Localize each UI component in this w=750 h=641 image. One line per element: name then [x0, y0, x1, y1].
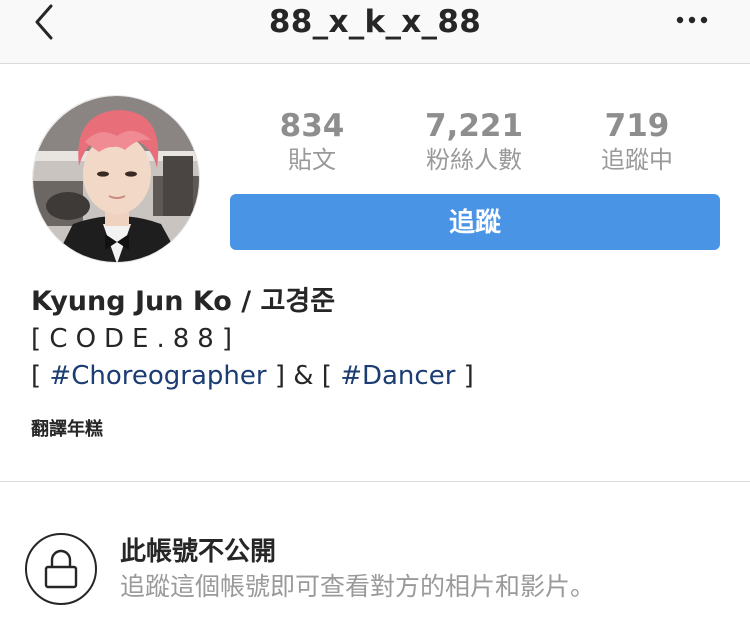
translate-bio-link[interactable]: 翻譯年糕 — [31, 415, 474, 441]
more-options-button[interactable] — [672, 6, 712, 34]
private-account-title: 此帳號不公開 — [120, 537, 277, 567]
following-count: 719 — [604, 108, 670, 144]
page-title: 88_x_k_x_88 — [268, 4, 482, 40]
top-navigation-bar: 88_x_k_x_88 — [0, 0, 750, 64]
lock-badge — [25, 533, 97, 605]
bio-line-code: [ CODE.88] — [31, 321, 474, 358]
posts-label: 貼文 — [288, 146, 336, 174]
bio-code-text: CODE.88 — [49, 324, 222, 354]
bio-line2-suffix: ] — [455, 361, 474, 391]
bio-line-hashtags: [ #Choreographer ] & [ #Dancer ] — [31, 358, 474, 395]
follow-button[interactable]: 追蹤 — [230, 194, 720, 250]
followers-count: 7,221 — [424, 108, 524, 144]
bio-bracket-open: [ — [31, 324, 42, 354]
hashtag-choreographer-link[interactable]: #Choreographer — [49, 361, 266, 391]
profile-name: Kyung Jun Ko / 고경준 — [31, 286, 336, 317]
followers-stat[interactable]: 7,221 粉絲人數 — [414, 107, 534, 175]
following-stat[interactable]: 719 追蹤中 — [592, 107, 682, 175]
posts-count: 834 — [279, 108, 345, 144]
bio-bracket-close: ] — [221, 324, 232, 354]
profile-photo — [33, 96, 199, 262]
following-label: 追蹤中 — [601, 146, 673, 174]
hashtag-dancer-link[interactable]: #Dancer — [340, 361, 455, 391]
avatar[interactable] — [32, 95, 200, 263]
lock-icon — [44, 549, 78, 589]
followers-label: 粉絲人數 — [426, 146, 522, 174]
private-account-description: 追蹤這個帳號即可查看對方的相片和影片。 — [120, 572, 596, 601]
bio-line2-middle: ] & [ — [266, 361, 341, 391]
more-horizontal-icon — [676, 16, 708, 24]
bio-line2-prefix: [ — [31, 361, 50, 391]
bio-section: Kyung Jun Ko / 고경준 [ CODE.88] [ #Choreog… — [31, 283, 474, 441]
posts-stat[interactable]: 834 貼文 — [270, 107, 354, 175]
section-divider — [0, 481, 750, 482]
